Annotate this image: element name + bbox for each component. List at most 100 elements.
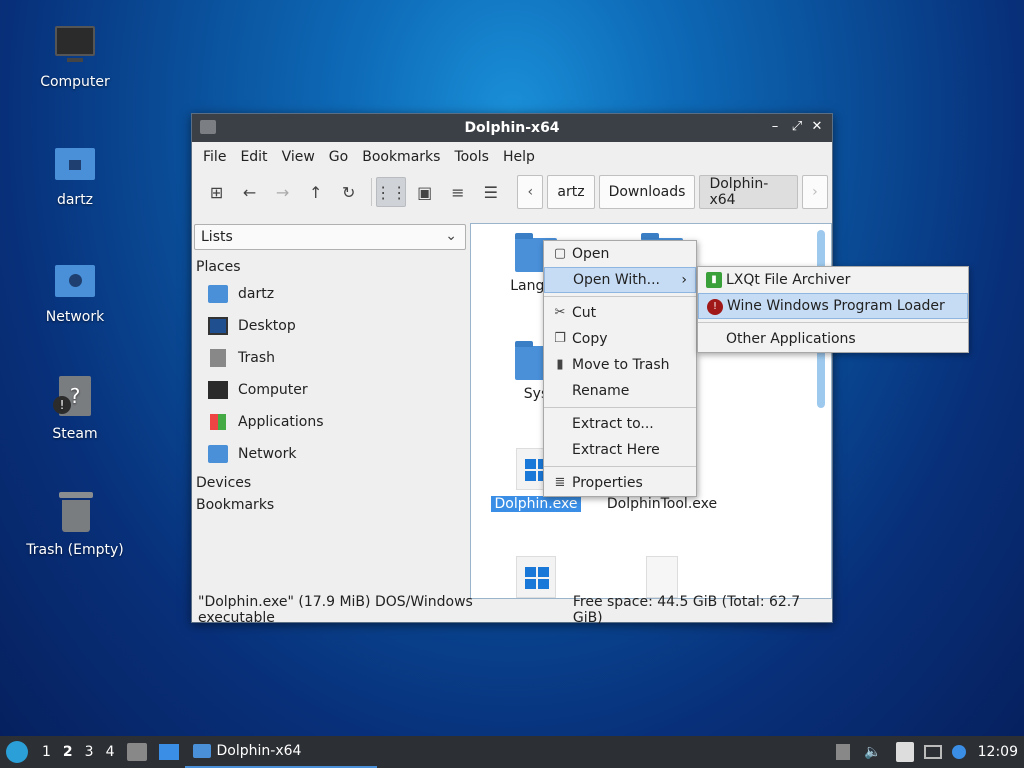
sidebar-mode-select[interactable]: Lists ⌄ [194,224,466,250]
clock[interactable]: 12:09 [978,744,1018,760]
desktop-icon-trash[interactable]: Trash (Empty) [20,490,130,558]
open-with-submenu: ▮ LXQt File Archiver ! Wine Windows Prog… [697,266,969,353]
breadcrumb-home[interactable]: artz [547,175,595,209]
windows-exe-icon [516,556,556,598]
sidebar-item-trash[interactable]: Trash [194,342,466,374]
workspace-2[interactable]: 2 [63,744,73,760]
menu-item-label: Properties [572,475,643,491]
menu-item-open-with[interactable]: Open With... › [544,267,696,293]
chevron-right-icon: › [681,272,687,288]
title-bar[interactable]: Dolphin-x64 – ⤢ ✕ [192,114,832,142]
menu-tools[interactable]: Tools [447,149,496,165]
reload-icon[interactable]: ↻ [334,177,363,207]
file-manager-launcher-icon[interactable] [126,743,147,761]
task-button-dolphin[interactable]: Dolphin-x64 [184,736,377,768]
breadcrumb-left-icon[interactable]: ‹ [517,175,544,209]
menu-bookmarks[interactable]: Bookmarks [355,149,447,165]
start-menu-icon[interactable] [6,741,28,763]
menu-item-open[interactable]: ▢ Open [544,241,696,267]
sidebar-item-label: Desktop [238,318,296,334]
scissors-icon: ✂ [554,305,566,320]
menu-item-extract-here[interactable]: Extract Here [544,437,696,463]
show-desktop-icon[interactable] [158,744,179,760]
compact-view-icon[interactable]: ≡ [443,177,472,207]
icon-view-icon[interactable]: ⋮⋮ [375,177,407,207]
clipboard-icon[interactable] [895,742,914,762]
devices-heading[interactable]: Devices [194,472,466,494]
desktop-icon-label: dartz [56,192,94,208]
sidebar-item-label: dartz [238,286,275,302]
trash-icon [210,349,226,367]
properties-icon: ≣ [554,475,566,490]
sidebar-item-desktop[interactable]: Desktop [194,310,466,342]
menu-view[interactable]: View [275,149,322,165]
workspace-3[interactable]: 3 [85,744,94,760]
monitor-icon [51,22,99,70]
workspace-1[interactable]: 1 [42,744,51,760]
up-arrow-icon[interactable]: ↑ [301,177,330,207]
desktop-icon-steam[interactable]: ? ! Steam [20,374,130,442]
new-tab-icon[interactable]: ⊞ [202,177,231,207]
menu-go[interactable]: Go [322,149,355,165]
menu-item-extract-to[interactable]: Extract to... [544,411,696,437]
maximize-icon[interactable]: ⤢ [788,118,806,136]
menu-item-label: Copy [572,331,608,347]
trash-icon: ▮ [556,357,564,372]
sidebar-item-dartz[interactable]: dartz [194,278,466,310]
workspace-4[interactable]: 4 [106,744,115,760]
desktop-icon-label: Trash (Empty) [26,542,124,558]
menu-item-copy[interactable]: ❐ Copy [544,326,696,352]
desktop-icon-computer[interactable]: Computer [20,22,130,90]
menu-item-properties[interactable]: ≣ Properties [544,470,696,496]
back-arrow-icon[interactable]: ← [235,177,264,207]
detailed-view-icon[interactable]: ☰ [476,177,505,207]
menu-item-wine-loader[interactable]: ! Wine Windows Program Loader [698,293,968,319]
menu-item-label: Cut [572,305,597,321]
sidebar-item-network[interactable]: Network [194,438,466,470]
menu-help[interactable]: Help [496,149,542,165]
menu-file[interactable]: File [196,149,233,165]
desktop-icon-network[interactable]: Network [20,257,130,325]
home-folder-icon [208,285,228,303]
tray-arrow-icon[interactable] [836,744,851,760]
menu-item-move-to-trash[interactable]: ▮ Move to Trash [544,352,696,378]
sidebar-item-label: Network [238,446,297,462]
bookmarks-heading[interactable]: Bookmarks [194,494,466,516]
menu-item-label: Open [572,246,610,262]
menu-item-label: Wine Windows Program Loader [727,298,945,314]
file-label: Dolphin.exe [491,496,581,512]
network-tray-icon[interactable] [923,745,942,759]
forward-arrow-icon[interactable]: → [268,177,297,207]
breadcrumb-current[interactable]: Dolphin-x64 [699,175,798,209]
desktop-icon [208,317,228,335]
breadcrumb-right-icon[interactable]: › [801,175,828,209]
menu-item-rename[interactable]: Rename [544,378,696,404]
breadcrumb-downloads[interactable]: Downloads [598,175,696,209]
monitor-icon [208,381,228,399]
file-item[interactable] [471,556,601,598]
desktop-icon-home[interactable]: dartz [20,140,130,208]
trash-icon [51,490,99,538]
volume-icon[interactable]: 🔈 [864,744,881,760]
places-heading: Places [196,259,241,275]
update-notifier-icon[interactable] [951,745,966,759]
applications-icon [210,414,226,430]
sidebar-item-computer[interactable]: Computer [194,374,466,406]
open-icon: ▢ [553,246,567,261]
desktop-icon-label: Steam [52,426,98,442]
status-bar: "Dolphin.exe" (17.9 MiB) DOS/Windows exe… [192,594,832,626]
taskbar: 1 2 3 4 Dolphin-x64 🔈 12:09 [0,736,1024,768]
home-folder-icon [51,140,99,188]
close-icon[interactable]: ✕ [808,118,826,136]
menu-edit[interactable]: Edit [233,149,274,165]
desktop-icon-label: Network [45,309,105,325]
thumbnail-view-icon[interactable]: ▣ [410,177,439,207]
toolbar-separator [371,178,373,206]
toolbar: ⊞ ← → ↑ ↻ ⋮⋮ ▣ ≡ ☰ ‹ artz Downloads Dolp… [192,172,832,212]
sidebar-item-applications[interactable]: Applications [194,406,466,438]
file-item[interactable] [597,556,727,598]
minimize-icon[interactable]: – [766,118,784,136]
menu-item-cut[interactable]: ✂ Cut [544,300,696,326]
menu-item-other-applications[interactable]: Other Applications [698,326,968,352]
menu-item-lxqt-archiver[interactable]: ▮ LXQt File Archiver [698,267,968,293]
